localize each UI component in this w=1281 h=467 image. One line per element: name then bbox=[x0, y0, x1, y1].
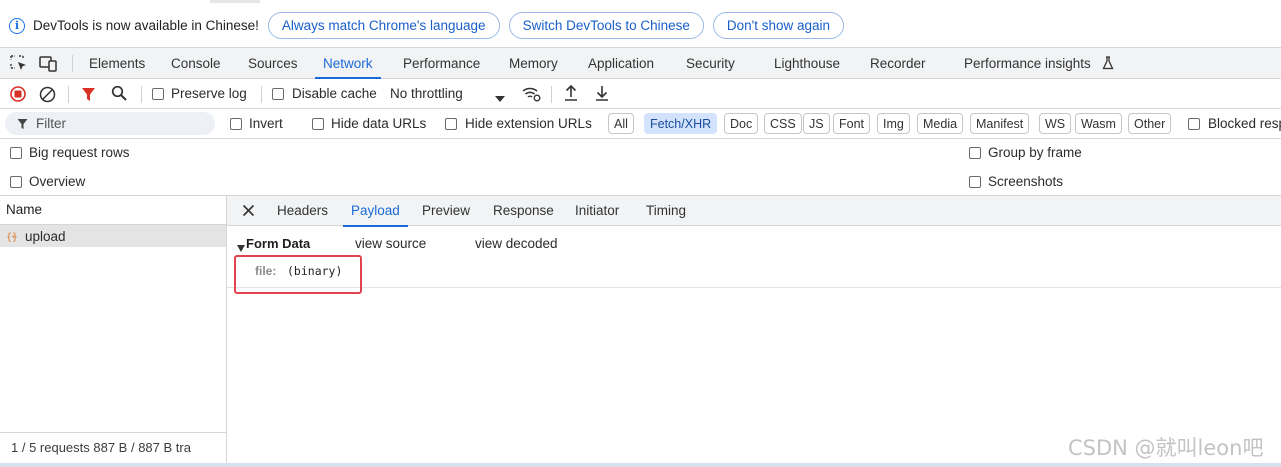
tab-performance[interactable]: Performance bbox=[403, 48, 480, 79]
clear-icon[interactable] bbox=[39, 86, 56, 106]
filter-placeholder: Filter bbox=[36, 116, 66, 131]
status-bar-summary: 1 / 5 requests 887 B / 887 B tra bbox=[0, 432, 226, 463]
expand-triangle-icon[interactable] bbox=[237, 240, 245, 255]
dropdown-arrow-icon[interactable] bbox=[495, 91, 505, 106]
match-language-button[interactable]: Always match Chrome's language bbox=[267, 12, 500, 39]
import-har-icon[interactable] bbox=[563, 84, 579, 105]
tab-security[interactable]: Security bbox=[686, 48, 735, 79]
info-icon: i bbox=[9, 17, 25, 34]
tab-headers[interactable]: Headers bbox=[277, 196, 328, 226]
request-row[interactable]: {} upload bbox=[0, 225, 226, 247]
filter-chip-fetch-xhr[interactable]: Fetch/XHR bbox=[644, 113, 718, 134]
hide-extension-urls-label: Hide extension URLs bbox=[465, 116, 592, 131]
form-data-section-title[interactable]: Form Data bbox=[246, 236, 310, 251]
experiment-flask-icon bbox=[1102, 56, 1114, 73]
stop-recording-icon[interactable] bbox=[10, 86, 26, 105]
preserve-log-checkbox[interactable] bbox=[152, 88, 164, 100]
overview-label: Overview bbox=[29, 174, 86, 189]
view-decoded-link[interactable]: view decoded bbox=[475, 236, 558, 251]
filter-chip-media[interactable]: Media bbox=[917, 113, 964, 134]
detail-tab-bar: Headers Payload Preview Response Initiat… bbox=[227, 196, 1281, 227]
device-toolbar-icon[interactable] bbox=[39, 55, 58, 75]
hide-data-urls-label: Hide data URLs bbox=[331, 116, 427, 131]
disable-cache-checkbox[interactable] bbox=[272, 88, 284, 100]
tab-lighthouse[interactable]: Lighthouse bbox=[774, 48, 840, 79]
screenshots-label: Screenshots bbox=[988, 174, 1064, 189]
invert-label: Invert bbox=[249, 116, 283, 131]
export-har-icon[interactable] bbox=[594, 84, 610, 105]
tab-elements[interactable]: Elements bbox=[89, 48, 145, 79]
filter-chip-css[interactable]: CSS bbox=[764, 113, 802, 134]
tab-initiator[interactable]: Initiator bbox=[575, 196, 619, 226]
switch-chinese-button[interactable]: Switch DevTools to Chinese bbox=[508, 12, 704, 39]
tab-sources[interactable]: Sources bbox=[248, 48, 298, 79]
svg-text:{}: {} bbox=[6, 232, 18, 243]
tab-memory[interactable]: Memory bbox=[509, 48, 558, 79]
invert-checkbox[interactable] bbox=[230, 118, 242, 130]
group-by-frame-checkbox[interactable] bbox=[969, 147, 981, 159]
filter-chip-other[interactable]: Other bbox=[1128, 113, 1172, 134]
throttling-select[interactable]: No throttling bbox=[390, 86, 463, 101]
options-row-2: Overview Screenshots bbox=[0, 167, 1281, 196]
tab-network[interactable]: Network bbox=[315, 48, 380, 79]
blocked-responses-checkbox[interactable] bbox=[1188, 118, 1200, 130]
xhr-icon: {} bbox=[6, 230, 21, 243]
main-tab-bar: Elements Console Sources Network Perform… bbox=[0, 48, 1281, 79]
close-icon[interactable] bbox=[242, 204, 255, 220]
filter-funnel-icon[interactable] bbox=[81, 86, 96, 105]
tab-console[interactable]: Console bbox=[171, 48, 221, 79]
big-request-rows-checkbox[interactable] bbox=[10, 147, 22, 159]
divider bbox=[551, 86, 552, 103]
search-icon[interactable] bbox=[111, 85, 128, 105]
filter-chip-doc[interactable]: Doc bbox=[724, 113, 759, 134]
payload-field-key: file: bbox=[255, 264, 277, 278]
filter-chip-wasm[interactable]: Wasm bbox=[1075, 113, 1122, 134]
tab-payload[interactable]: Payload bbox=[343, 196, 408, 227]
preserve-log-label: Preserve log bbox=[171, 86, 247, 101]
disable-cache-label: Disable cache bbox=[292, 86, 377, 101]
tab-response[interactable]: Response bbox=[493, 196, 554, 226]
filter-chip-manifest[interactable]: Manifest bbox=[970, 113, 1030, 134]
hide-data-urls-checkbox[interactable] bbox=[312, 118, 324, 130]
group-by-frame-label: Group by frame bbox=[988, 145, 1082, 160]
request-list-pane: Name {} upload 1 / 5 requests 887 B / 88… bbox=[0, 196, 227, 463]
browser-tab-remnant bbox=[210, 0, 260, 3]
tab-performance-insights[interactable]: Performance insights bbox=[964, 48, 1091, 79]
language-infobar: i DevTools is now available in Chinese! … bbox=[0, 4, 1281, 48]
blocked-responses-label: Blocked resp bbox=[1208, 116, 1281, 131]
network-toolbar: Preserve log Disable cache No throttling bbox=[0, 79, 1281, 109]
tab-application[interactable]: Application bbox=[588, 48, 654, 79]
filter-chip-font[interactable]: Font bbox=[833, 113, 871, 134]
inspect-element-icon[interactable] bbox=[10, 55, 28, 75]
screenshots-checkbox[interactable] bbox=[969, 176, 981, 188]
request-name: upload bbox=[25, 228, 66, 244]
bottom-drawer-edge bbox=[0, 463, 1281, 467]
tab-recorder[interactable]: Recorder bbox=[870, 48, 926, 79]
filter-chip-js[interactable]: JS bbox=[803, 113, 830, 134]
infobar-message: DevTools is now available in Chinese! bbox=[33, 18, 259, 33]
section-divider bbox=[227, 287, 1281, 288]
watermark-text: CSDN @就叫leon吧 bbox=[1068, 436, 1264, 460]
divider bbox=[261, 86, 262, 103]
filter-icon bbox=[17, 118, 28, 133]
view-source-link[interactable]: view source bbox=[355, 236, 426, 251]
filter-bar: Filter Invert Hide data URLs Hide extens… bbox=[0, 109, 1281, 139]
tab-timing[interactable]: Timing bbox=[646, 196, 686, 226]
name-column-header[interactable]: Name bbox=[0, 196, 226, 225]
tab-preview[interactable]: Preview bbox=[422, 196, 470, 226]
payload-field-value: (binary) bbox=[287, 264, 343, 278]
network-conditions-icon[interactable] bbox=[521, 85, 541, 105]
divider bbox=[72, 55, 73, 72]
dont-show-again-button[interactable]: Don't show again bbox=[712, 12, 845, 39]
options-row-1: Big request rows Group by frame bbox=[0, 139, 1281, 167]
request-detail-pane: Headers Payload Preview Response Initiat… bbox=[227, 196, 1281, 463]
big-request-rows-label: Big request rows bbox=[29, 145, 130, 160]
divider bbox=[141, 86, 142, 103]
divider bbox=[68, 86, 69, 103]
overview-checkbox[interactable] bbox=[10, 176, 22, 188]
hide-extension-urls-checkbox[interactable] bbox=[445, 118, 457, 130]
filter-chip-ws[interactable]: WS bbox=[1039, 113, 1072, 134]
filter-chip-img[interactable]: Img bbox=[877, 113, 910, 134]
filter-chip-all[interactable]: All bbox=[608, 113, 634, 134]
